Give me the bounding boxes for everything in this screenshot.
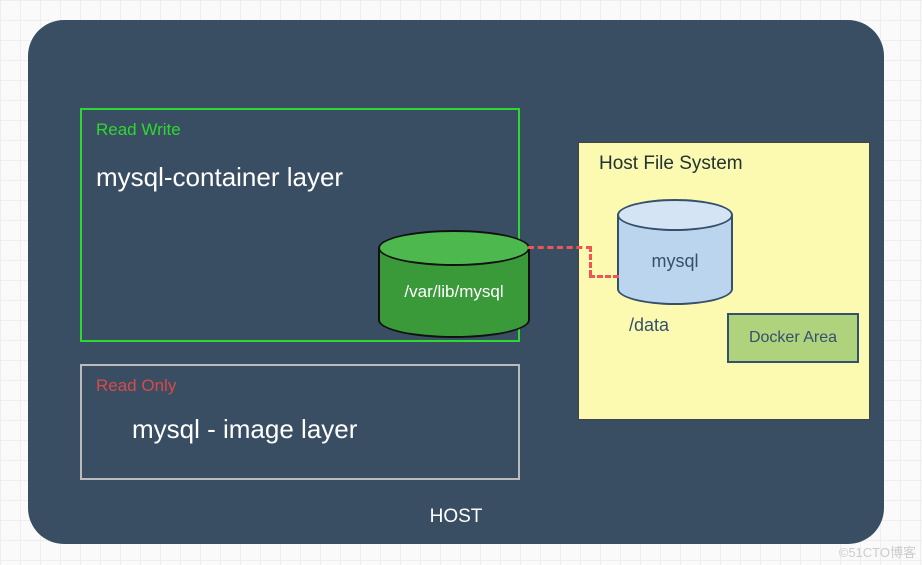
mount-link-line: [528, 246, 592, 249]
container-layer-title: mysql-container layer: [96, 162, 343, 193]
read-only-badge: Read Only: [96, 376, 176, 396]
host-file-system-box: Host File System mysql /data Docker Area: [578, 142, 870, 420]
cylinder-top: [378, 230, 530, 266]
read-only-layer-box: Read Only mysql - image layer: [80, 364, 520, 480]
read-write-badge: Read Write: [96, 120, 181, 140]
host-fs-title: Host File System: [599, 153, 743, 175]
mysql-host-cylinder: mysql: [617, 199, 733, 305]
mount-link-line: [589, 246, 592, 276]
image-layer-title: mysql - image layer: [132, 414, 357, 445]
volume-path-label: /var/lib/mysql: [378, 282, 530, 302]
docker-area-box: Docker Area: [727, 313, 859, 363]
host-container: Read Write mysql-container layer /var/li…: [28, 20, 884, 544]
cylinder-top: [617, 199, 733, 231]
read-write-layer-box: Read Write mysql-container layer /var/li…: [80, 108, 520, 342]
mysql-db-label: mysql: [617, 251, 733, 272]
mount-link-line: [589, 275, 619, 278]
host-label: HOST: [28, 506, 884, 528]
watermark: ©51CTO博客: [839, 542, 916, 561]
mysql-volume-cylinder: /var/lib/mysql: [378, 230, 530, 338]
data-path-label: /data: [629, 315, 669, 336]
